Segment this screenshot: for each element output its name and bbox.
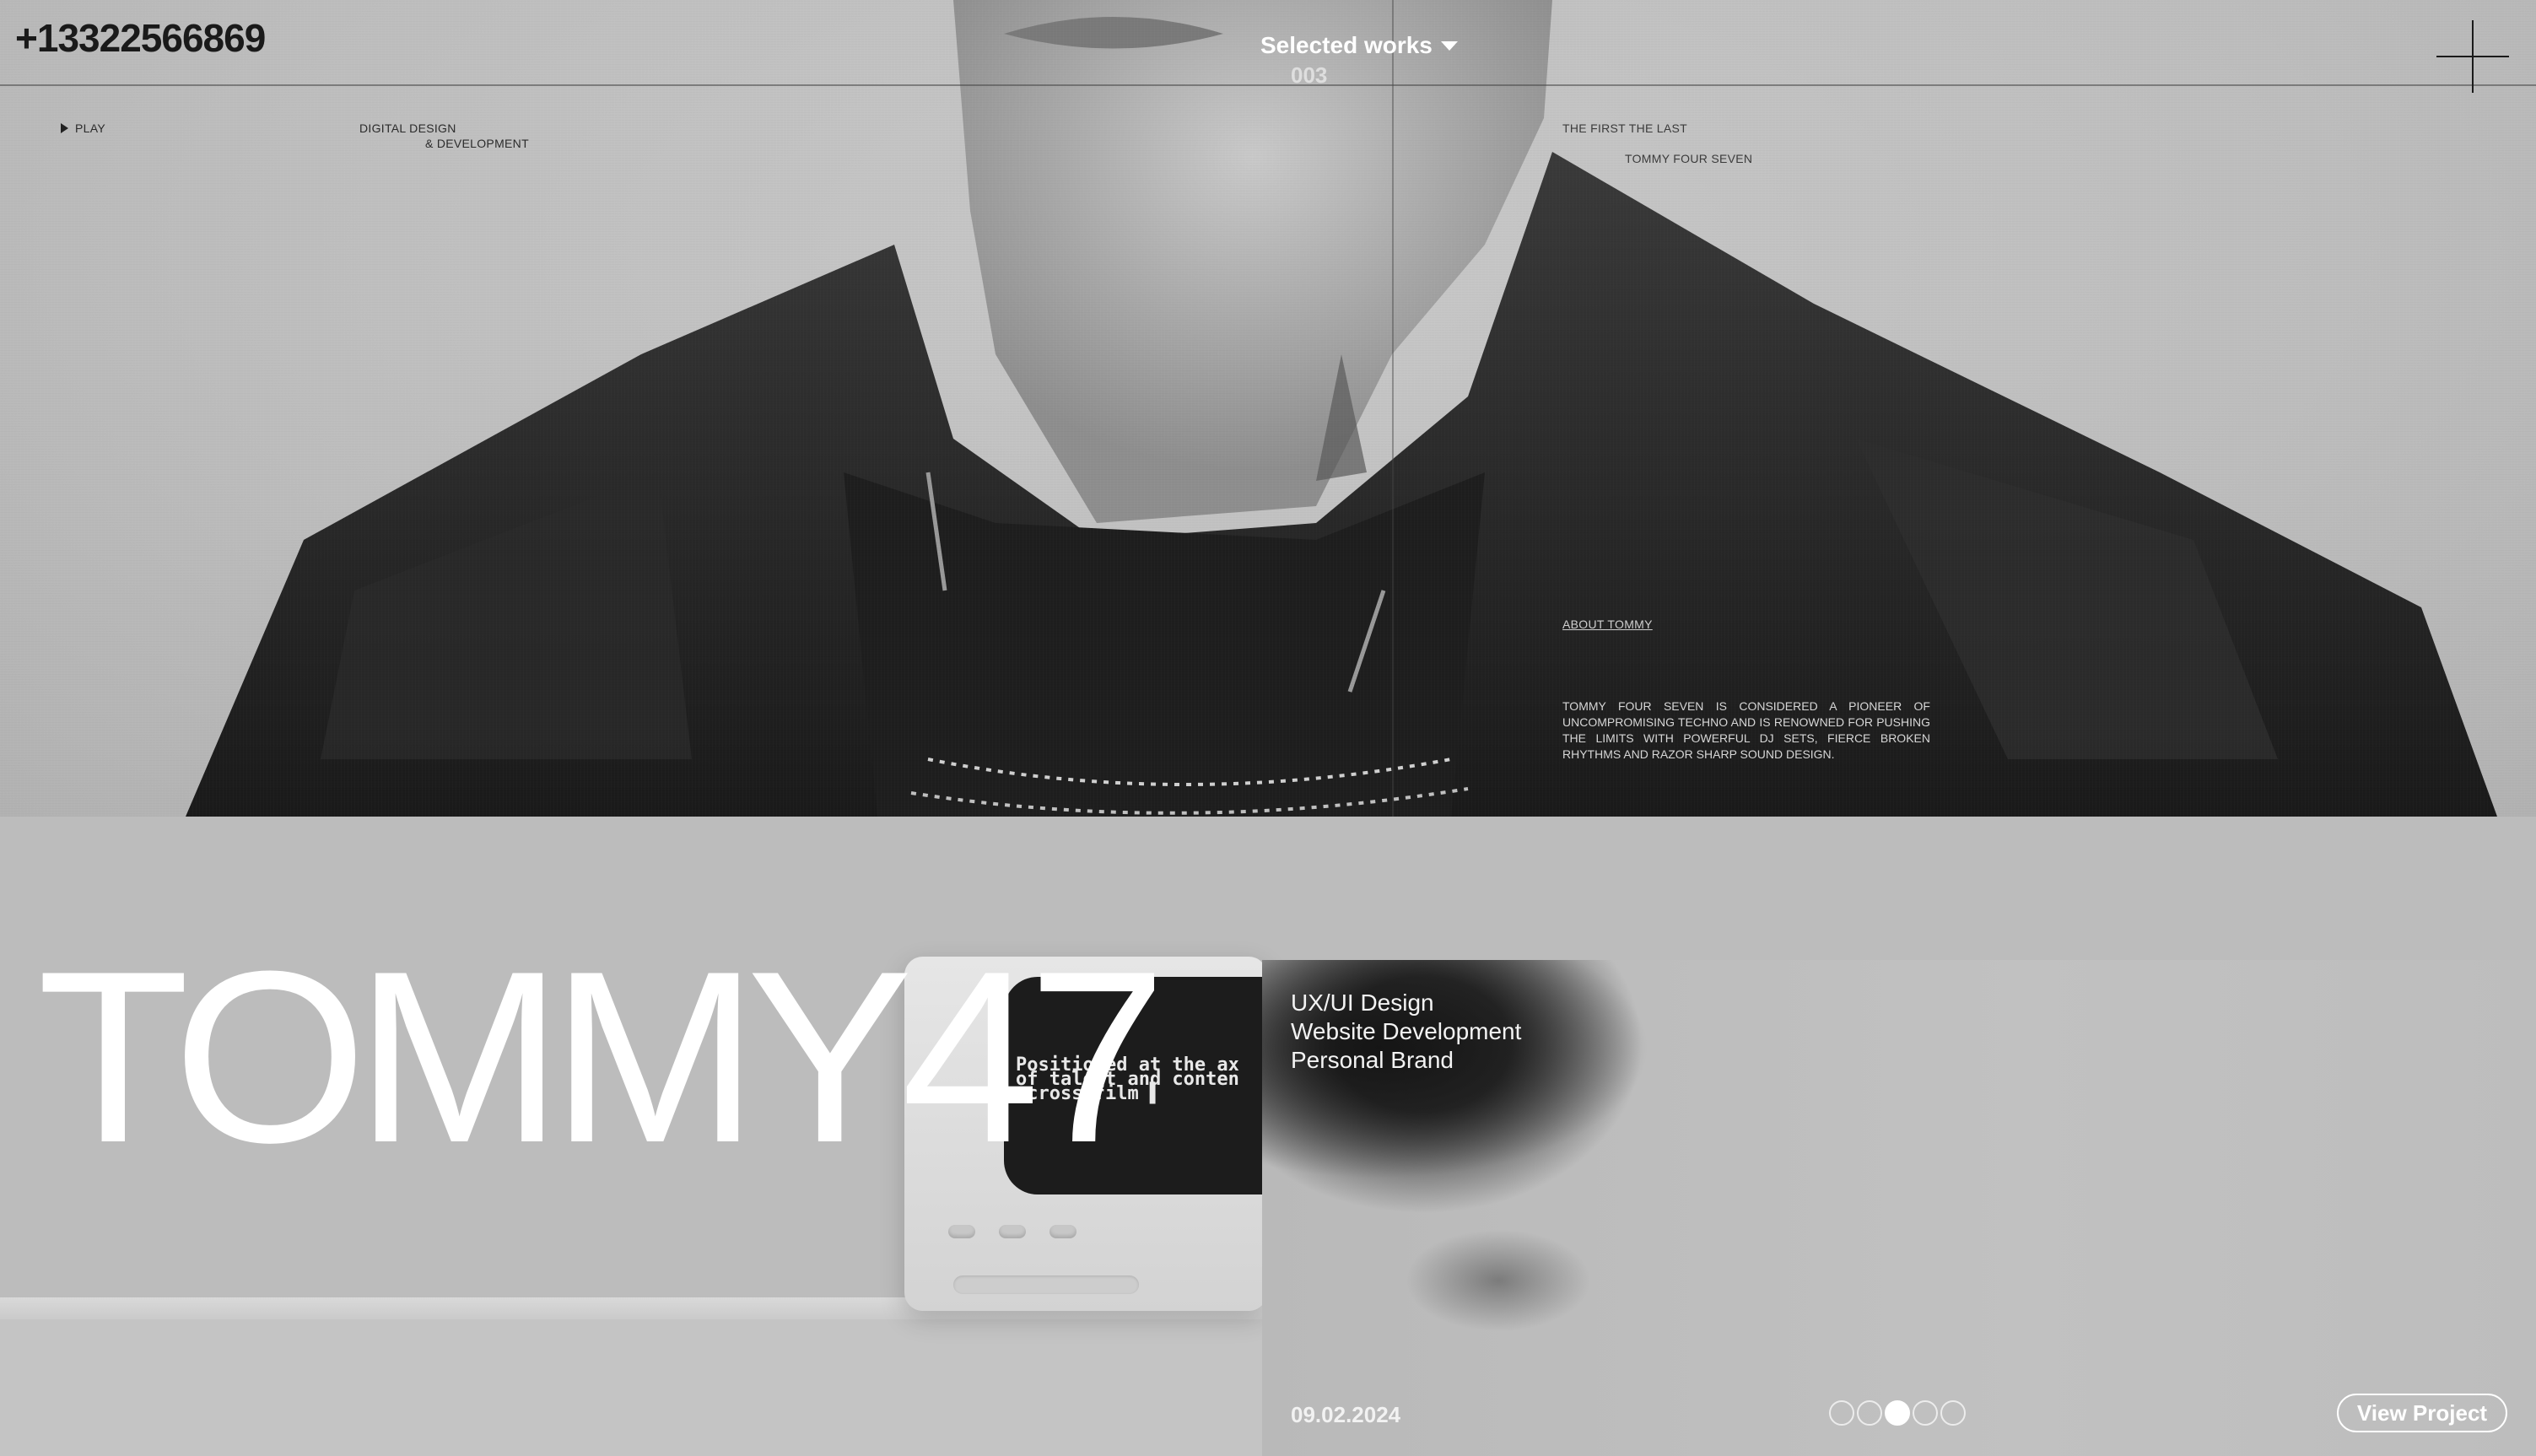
selected-works-label: Selected works — [1260, 32, 1433, 58]
play-button[interactable]: PLAY — [61, 121, 105, 135]
shelf-front — [0, 1319, 1262, 1456]
phone-number-link[interactable]: +13322566869 — [15, 15, 266, 61]
discipline-line-1: DIGITAL DESIGN — [359, 121, 456, 135]
discipline-line-2: & DEVELOPMENT — [425, 137, 529, 150]
service-item: UX/UI Design — [1291, 990, 1434, 1016]
about-link[interactable]: ABOUT TOMMY — [1562, 617, 1653, 631]
plus-icon[interactable] — [2436, 20, 2509, 93]
service-item: Personal Brand — [1291, 1047, 1454, 1073]
selected-works-dropdown[interactable]: Selected works — [1260, 32, 1458, 59]
header-divider — [0, 84, 2536, 86]
caret-down-icon — [1440, 40, 1458, 51]
device-knob — [999, 1225, 1026, 1238]
service-item: Website Development — [1291, 1018, 1522, 1044]
tagline-line-1: THE FIRST THE LAST — [1562, 121, 1688, 135]
view-project-button[interactable]: View Project — [2337, 1394, 2507, 1432]
tagline-line-2: TOMMY FOUR SEVEN — [1625, 152, 1753, 165]
pagination-dot[interactable] — [1913, 1400, 1938, 1426]
device-knob — [1049, 1225, 1076, 1238]
project-title: TOMMY47 — [37, 920, 1167, 1194]
project-index: 003 — [1291, 62, 1328, 88]
center-divider — [1392, 0, 1394, 817]
services-list: UX/UI Design Website Development Persona… — [1291, 989, 1521, 1075]
play-icon — [61, 123, 68, 133]
play-label: PLAY — [75, 121, 105, 135]
about-paragraph: TOMMY FOUR SEVEN IS CONSIDERED A PIONEER… — [1562, 699, 1930, 761]
pagination-dot[interactable] — [1829, 1400, 1854, 1426]
pagination-dot[interactable] — [1857, 1400, 1882, 1426]
slide-pagination — [1829, 1400, 1968, 1426]
device-slot — [953, 1275, 1139, 1294]
device-knob — [948, 1225, 975, 1238]
pagination-dot[interactable] — [1940, 1400, 1966, 1426]
pagination-dot-active[interactable] — [1885, 1400, 1910, 1426]
project-date: 09.02.2024 — [1291, 1402, 1401, 1427]
